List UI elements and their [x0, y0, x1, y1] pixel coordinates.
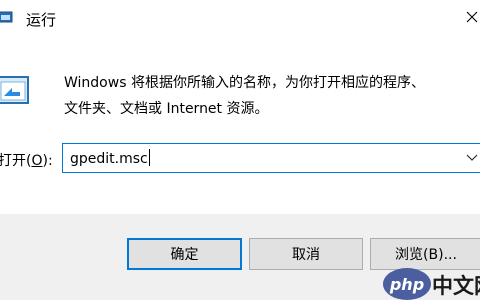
watermark-text: 中文网 — [432, 274, 480, 298]
open-label: 打开(O): — [0, 150, 53, 170]
description-line: Windows 将根据你所输入的名称，为你打开相应的程序、 — [64, 75, 425, 91]
close-icon[interactable] — [466, 11, 478, 23]
open-input-value: gpedit.msc — [70, 151, 148, 167]
description-line: 文件夹、文档或 Internet 资源。 — [64, 101, 269, 117]
run-app-icon — [0, 9, 14, 25]
browse-button[interactable]: 浏览(B)... — [370, 238, 480, 270]
chevron-down-icon[interactable] — [466, 154, 478, 162]
watermark-logo: php — [383, 268, 431, 300]
ok-button[interactable]: 确定 — [127, 238, 242, 270]
window-title: 运行 — [26, 11, 57, 29]
open-label-suffix: ): — [42, 153, 53, 169]
open-input[interactable]: gpedit.msc — [70, 149, 150, 167]
open-combobox[interactable]: gpedit.msc — [62, 143, 480, 173]
title-bar: 运行 — [0, 0, 480, 38]
cancel-button[interactable]: 取消 — [249, 238, 363, 270]
open-label-accesskey: O — [31, 153, 43, 169]
run-dialog-icon — [0, 76, 44, 106]
open-label-prefix: 打开( — [0, 153, 32, 169]
text-caret — [148, 149, 150, 166]
close-button[interactable] — [454, 0, 480, 34]
dialog-description: Windows 将根据你所输入的名称，为你打开相应的程序、 文件夹、文档或 In… — [64, 70, 474, 122]
dropdown-button[interactable] — [461, 148, 480, 168]
